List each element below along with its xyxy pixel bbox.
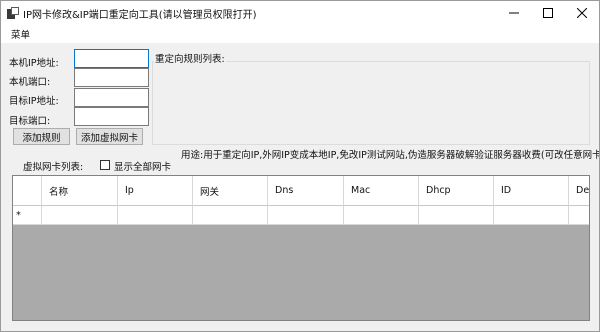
menu-item-menu[interactable]: 菜单 <box>11 27 30 41</box>
add-rule-button[interactable]: 添加规则 <box>13 128 70 145</box>
grid-cell[interactable] <box>344 206 419 225</box>
column-header-ip[interactable]: Ip <box>118 176 193 206</box>
redirect-rules-title: 重定向规则列表: <box>154 51 226 65</box>
grid-cell[interactable] <box>118 206 193 225</box>
maximize-button[interactable] <box>531 1 565 25</box>
close-button[interactable] <box>565 1 599 25</box>
show-all-nic-checkbox[interactable] <box>100 160 110 170</box>
grid-header-row: 名称 Ip 网关 Dns Mac Dhcp ID Des <box>13 176 589 206</box>
column-header-dns[interactable]: Dns <box>268 176 344 206</box>
maximize-icon <box>543 8 553 18</box>
redirect-rules-list[interactable] <box>152 61 590 145</box>
column-header-gateway[interactable]: 网关 <box>193 176 268 206</box>
column-header-mac[interactable]: Mac <box>344 176 419 206</box>
main-window: IP网卡修改&IP端口重定向工具(请以管理员权限打开) 菜单 本机IP地址: 本… <box>0 0 600 332</box>
close-icon <box>577 8 587 18</box>
target-ip-label: 目标IP地址: <box>9 96 59 107</box>
local-port-label: 本机端口: <box>9 77 51 88</box>
minimize-button[interactable] <box>497 1 531 25</box>
app-icon <box>7 7 19 19</box>
nic-data-grid[interactable]: 名称 Ip 网关 Dns Mac Dhcp ID Des * <box>12 175 590 321</box>
minimize-icon <box>509 12 519 14</box>
row-header-corner <box>13 176 42 206</box>
show-all-nic-label[interactable]: 显示全部网卡 <box>114 159 171 173</box>
grid-cell[interactable] <box>268 206 344 225</box>
grid-cell[interactable] <box>569 206 589 225</box>
usage-text: 用途:用于重定向IP,外网IP变成本地IP,免改IP测试网站,伪造服务器破解验证… <box>181 150 600 161</box>
target-port-input[interactable] <box>74 107 149 126</box>
virtual-nic-list-label: 虚拟网卡列表: <box>23 162 84 173</box>
grid-cell[interactable] <box>494 206 569 225</box>
grid-cell[interactable] <box>419 206 494 225</box>
target-port-label: 目标端口: <box>9 116 51 127</box>
column-header-des[interactable]: Des <box>569 176 589 206</box>
column-header-id[interactable]: ID <box>494 176 569 206</box>
new-row-marker: * <box>13 206 42 225</box>
window-title: IP网卡修改&IP端口重定向工具(请以管理员权限打开) <box>23 10 257 21</box>
grid-cell[interactable] <box>42 206 118 225</box>
add-virtual-nic-button[interactable]: 添加虚拟网卡 <box>76 128 143 145</box>
local-ip-label: 本机IP地址: <box>9 58 59 69</box>
column-header-dhcp[interactable]: Dhcp <box>419 176 494 206</box>
grid-cell[interactable] <box>193 206 268 225</box>
column-header-name[interactable]: 名称 <box>42 176 118 206</box>
title-bar: IP网卡修改&IP端口重定向工具(请以管理员权限打开) <box>1 1 599 25</box>
local-port-input[interactable] <box>74 68 149 87</box>
menu-bar: 菜单 <box>1 25 599 43</box>
grid-new-row[interactable]: * <box>13 206 589 225</box>
local-ip-input[interactable] <box>74 49 149 68</box>
target-ip-input[interactable] <box>74 88 149 107</box>
